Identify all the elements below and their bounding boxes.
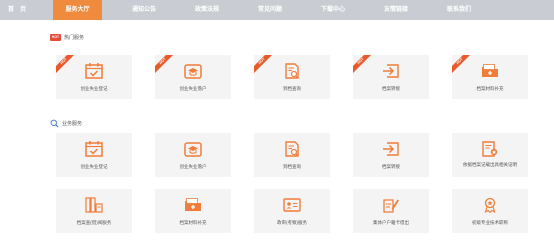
document-search-icon — [285, 63, 299, 79]
nav-contact[interactable]: 联系我们 — [436, 0, 482, 20]
nav-policies[interactable]: 政策法规 — [184, 0, 230, 20]
card-archive-query[interactable]: 到档查询 — [254, 133, 330, 177]
folder-add-icon — [185, 198, 201, 211]
card-label: 政审(考察)服务 — [277, 220, 307, 225]
transfer-in-icon — [383, 64, 399, 78]
hot-ribbon: HOT — [254, 55, 276, 77]
card-label: 档案材料补充 — [476, 86, 504, 91]
card-label: 到档查询 — [283, 86, 301, 91]
nav-home[interactable]: 首 页 — [0, 0, 34, 20]
hot-card-unemployment-settlement[interactable]: HOT 创业失业落户 — [155, 55, 231, 99]
award-icon — [484, 197, 496, 214]
hot-ribbon: HOT — [452, 55, 474, 77]
card-label: 档案材料补充 — [179, 220, 207, 225]
hot-card-unemployment-registration[interactable]: HOT 创业失业登记 — [56, 55, 132, 99]
edit-card-icon — [383, 199, 399, 213]
card-label: 档案查(借)阅服务 — [76, 220, 112, 225]
book-stack-icon — [85, 197, 103, 213]
card-label: 档案转接 — [382, 164, 400, 169]
card-label: 依据档案记载出具相关证明 — [463, 162, 517, 167]
nav-service-hall[interactable]: 服务大厅 — [53, 0, 102, 20]
nav-notices[interactable]: 通知公告 — [121, 0, 167, 20]
card-label: 到档查询 — [283, 164, 301, 169]
hot-ribbon: HOT — [155, 55, 177, 77]
graduation-cap-icon — [184, 64, 202, 79]
folder-add-icon — [482, 64, 498, 77]
card-archive-certificate[interactable]: 依据档案记载出具相关证明 — [452, 133, 528, 177]
certificate-icon — [482, 141, 498, 157]
card-label: 创业失业落户 — [179, 86, 207, 91]
card-archive-lookup[interactable]: 档案查(借)阅服务 — [56, 189, 132, 233]
calendar-check-icon — [85, 141, 103, 157]
document-search-icon — [285, 141, 299, 157]
hot-section-header: HOT 热门服务 — [50, 34, 84, 41]
hot-ribbon: HOT — [56, 55, 78, 77]
hot-ribbon: HOT — [353, 55, 375, 77]
hot-section-title: 热门服务 — [64, 35, 85, 41]
id-card-icon — [283, 198, 301, 212]
card-political-review[interactable]: 政审(考察)服务 — [254, 189, 330, 233]
transfer-in-icon — [383, 142, 399, 156]
nav-downloads[interactable]: 下载中心 — [310, 0, 356, 20]
card-label: 创业失业登记 — [80, 164, 108, 169]
card-household-register-lend[interactable]: 集体户户籍卡借出 — [353, 189, 429, 233]
hot-card-archive-supplement[interactable]: HOT 档案材料补充 — [452, 55, 528, 99]
hot-badge: HOT — [50, 34, 61, 41]
calendar-check-icon — [85, 63, 103, 79]
search-icon — [50, 119, 59, 128]
card-label: 档案转接 — [382, 86, 400, 91]
graduation-cap-icon — [184, 142, 202, 157]
card-unemployment-registration[interactable]: 创业失业登记 — [56, 133, 132, 177]
card-label: 集体户户籍卡借出 — [373, 220, 409, 225]
card-archive-supplement[interactable]: 档案材料补充 — [155, 189, 231, 233]
nav-links[interactable]: 友情链接 — [373, 0, 419, 20]
nav-faq[interactable]: 常见问题 — [247, 0, 293, 20]
card-label: 创业失业登记 — [80, 86, 108, 91]
card-label: 创业失业落户 — [179, 164, 207, 169]
card-unemployment-settlement[interactable]: 创业失业落户 — [155, 133, 231, 177]
card-archive-transfer[interactable]: 档案转接 — [353, 133, 429, 177]
card-label: 初级专业技术职称 — [472, 220, 508, 225]
card-junior-title[interactable]: 初级专业技术职称 — [452, 189, 528, 233]
business-section-header: 业务服务 — [50, 119, 82, 128]
hot-card-archive-query[interactable]: HOT 到档查询 — [254, 55, 330, 99]
top-nav: 首 页 服务大厅 通知公告 政策法规 常见问题 下载中心 友情链接 联系我们 — [0, 0, 554, 20]
hot-card-archive-transfer[interactable]: HOT 档案转接 — [353, 55, 429, 99]
business-section-title: 业务服务 — [62, 121, 83, 127]
